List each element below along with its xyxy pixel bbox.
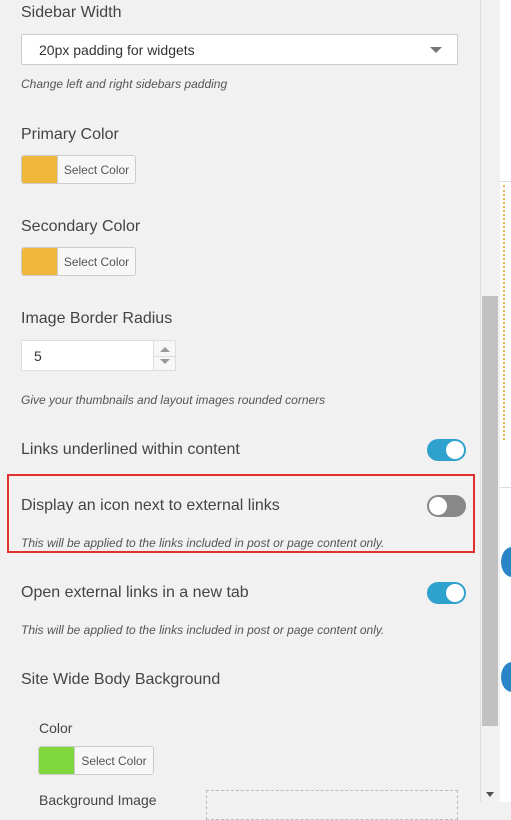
scrollbar-thumb[interactable] <box>482 296 498 726</box>
customizer-panel: Sidebar Width 20px padding for widgets C… <box>0 0 481 820</box>
external-new-tab-description: This will be applied to the links includ… <box>21 623 385 637</box>
sidebar-width-label: Sidebar Width <box>21 4 122 21</box>
body-background-color-button[interactable]: Select Color <box>38 746 154 775</box>
preview-dashed-outline <box>503 185 511 440</box>
external-icon-toggle[interactable] <box>427 495 466 517</box>
primary-color-button-label: Select Color <box>57 156 135 183</box>
primary-color-button[interactable]: Select Color <box>21 155 136 184</box>
sidebar-width-select[interactable]: 20px padding for widgets <box>21 34 458 65</box>
body-background-label: Site Wide Body Background <box>21 671 221 688</box>
spin-down-icon[interactable] <box>160 359 170 364</box>
image-border-radius-label: Image Border Radius <box>21 310 173 327</box>
body-background-color-label: Color <box>39 720 73 736</box>
external-icon-label: Display an icon next to external links <box>21 497 280 514</box>
number-spinner[interactable] <box>153 341 175 370</box>
preview-divider <box>500 487 511 488</box>
secondary-color-button-label: Select Color <box>57 248 135 275</box>
body-background-image-label: Background Image <box>39 792 157 808</box>
preview-divider <box>500 181 511 182</box>
image-border-radius-input[interactable]: 5 <box>21 340 176 371</box>
toggle-knob <box>446 584 464 602</box>
sidebar-width-description: Change left and right sidebars padding <box>21 77 228 91</box>
sidebar-width-selected-value: 20px padding for widgets <box>39 42 195 58</box>
toggle-knob <box>446 441 464 459</box>
scroll-down-arrow-icon[interactable] <box>486 792 494 797</box>
body-background-color-swatch <box>39 747 74 774</box>
secondary-color-label: Secondary Color <box>21 218 141 235</box>
links-underlined-label: Links underlined within content <box>21 441 240 458</box>
image-border-radius-value: 5 <box>34 348 42 364</box>
external-icon-description: This will be applied to the links includ… <box>21 536 385 550</box>
spin-up-icon[interactable] <box>160 347 170 352</box>
external-new-tab-toggle[interactable] <box>427 582 466 604</box>
primary-color-label: Primary Color <box>21 126 119 143</box>
chevron-down-icon <box>430 47 442 53</box>
body-background-color-button-label: Select Color <box>74 747 153 774</box>
image-border-radius-description: Give your thumbnails and layout images r… <box>21 393 326 407</box>
secondary-color-swatch <box>22 248 57 275</box>
background-image-dropzone[interactable] <box>206 790 458 820</box>
secondary-color-button[interactable]: Select Color <box>21 247 136 276</box>
external-new-tab-label: Open external links in a new tab <box>21 584 249 601</box>
toggle-knob <box>429 497 447 515</box>
primary-color-swatch <box>22 156 57 183</box>
spinner-divider <box>154 356 175 357</box>
links-underlined-toggle[interactable] <box>427 439 466 461</box>
